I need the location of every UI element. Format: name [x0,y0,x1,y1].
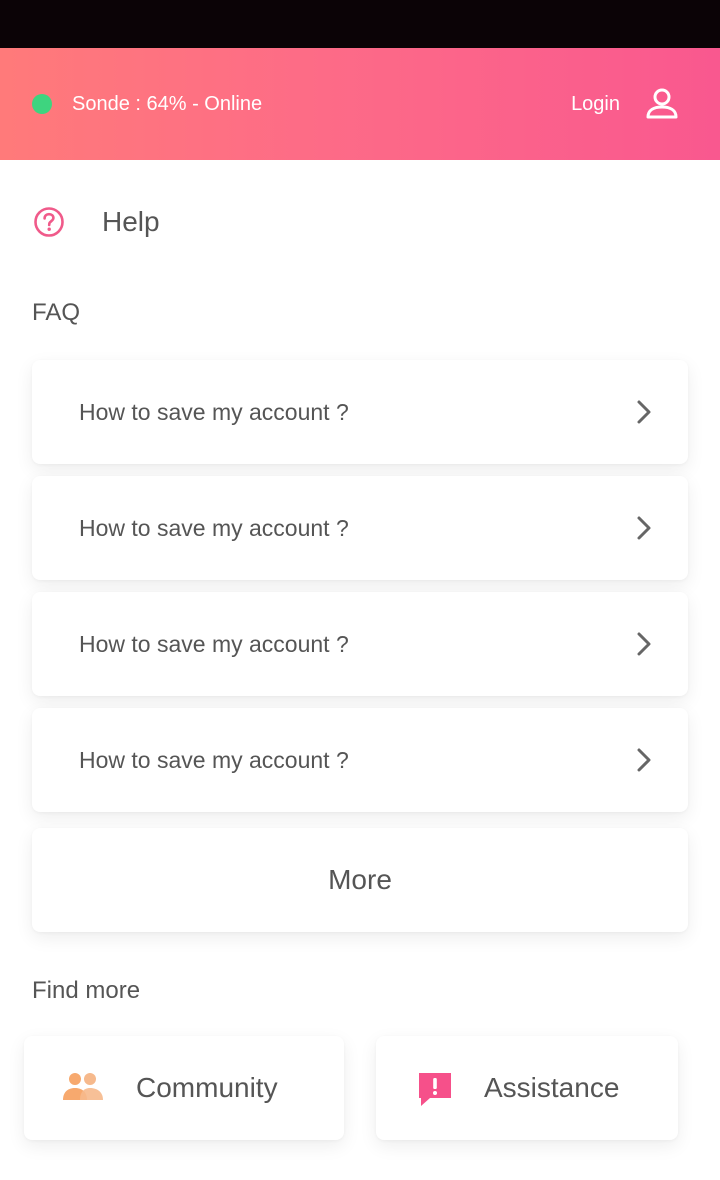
online-indicator-dot [32,94,52,114]
chevron-right-icon [637,632,651,656]
faq-item[interactable]: How to save my account ? [32,708,688,812]
faq-item-text: How to save my account ? [79,398,349,425]
connection-status: Sonde : 64% - Online [32,93,262,116]
faq-item[interactable]: How to save my account ? [32,592,688,696]
status-text: Sonde : 64% - Online [72,92,263,115]
faq-item[interactable]: How to save my account ? [32,476,688,580]
more-button[interactable]: More [32,828,688,932]
find-more-section-label: Find more [32,977,141,1004]
login-button[interactable]: Login [571,86,680,122]
community-tile[interactable]: Community [24,1036,344,1140]
chevron-right-icon [637,516,651,540]
page-title: Help [102,206,160,237]
assistance-label: Assistance [484,1072,620,1103]
assistance-icon [419,1073,451,1106]
login-label: Login [571,92,620,115]
system-status-bar [0,0,720,48]
faq-item-text: How to save my account ? [79,630,349,657]
user-icon [646,88,678,119]
assistance-tile[interactable]: Assistance [376,1036,678,1140]
faq-item-text: How to save my account ? [79,746,349,773]
community-label: Community [136,1072,278,1103]
top-header: Sonde : 64% - Online Login [0,48,720,160]
question-circle-icon [34,207,64,237]
help-heading: Help [32,205,160,239]
more-label: More [328,864,392,895]
community-icon [63,1073,103,1100]
faq-item[interactable]: How to save my account ? [32,360,688,464]
chevron-right-icon [637,400,651,424]
faq-item-text: How to save my account ? [79,514,349,541]
faq-section-label: FAQ [32,299,81,326]
chevron-right-icon [637,748,651,772]
